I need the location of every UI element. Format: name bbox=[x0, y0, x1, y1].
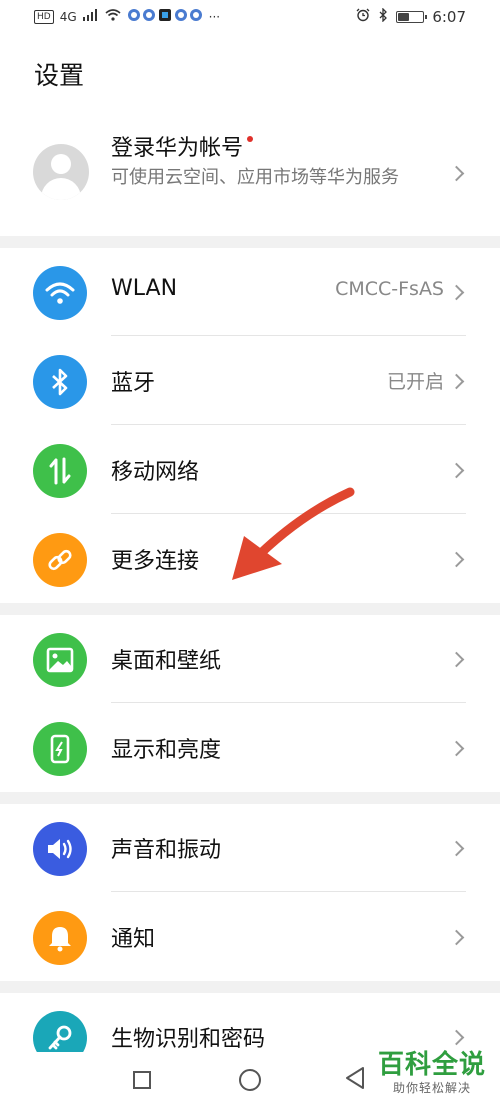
setting-label: 显示和亮度 bbox=[111, 738, 222, 763]
network-type: 4G bbox=[59, 10, 77, 24]
setting-item-wallpaper[interactable]: 桌面和壁纸 bbox=[0, 615, 500, 703]
setting-label: WLAN bbox=[111, 276, 178, 301]
section-gap bbox=[0, 981, 500, 993]
avatar-head bbox=[51, 154, 71, 174]
page-title: 设置 bbox=[34, 61, 85, 90]
account-title-text: 登录华为帐号 bbox=[111, 136, 244, 161]
bell-icon bbox=[33, 911, 87, 965]
setting-item-sound[interactable]: 声音和振动 bbox=[0, 804, 500, 892]
battery-icon bbox=[396, 11, 428, 23]
chevron-right-icon bbox=[448, 840, 465, 857]
chevron-right-icon bbox=[448, 462, 465, 479]
setting-value: 已开启 bbox=[386, 371, 444, 393]
section-gap bbox=[0, 792, 500, 804]
setting-item-bluetooth[interactable]: 蓝牙 已开启 bbox=[0, 337, 500, 425]
chevron-right-icon bbox=[448, 1029, 465, 1046]
setting-value: CMCC-FsAS bbox=[335, 278, 444, 300]
account-subtitle: 可使用云空间、应用市场等华为服务 bbox=[111, 167, 399, 188]
setting-label: 通知 bbox=[111, 927, 156, 952]
watermark-title: 百科全说 bbox=[378, 1050, 487, 1080]
divider bbox=[111, 702, 466, 703]
app-notification-icons bbox=[127, 8, 203, 26]
section-gap bbox=[0, 236, 500, 248]
chevron-right-icon bbox=[448, 165, 465, 182]
bluetooth-status-icon bbox=[378, 7, 388, 26]
watermark-logo: 百科全说 助你轻松解决 bbox=[378, 1050, 486, 1096]
section-gap bbox=[0, 603, 500, 615]
avatar-body bbox=[41, 178, 81, 200]
setting-label: 更多连接 bbox=[111, 549, 200, 574]
battery-level bbox=[398, 13, 409, 21]
setting-label: 生物识别和密码 bbox=[111, 1027, 266, 1052]
wifi-status-icon bbox=[105, 9, 121, 25]
back-button[interactable] bbox=[344, 1066, 366, 1090]
link-icon bbox=[33, 533, 87, 587]
chevron-right-icon bbox=[448, 284, 465, 301]
chevron-right-icon bbox=[448, 651, 465, 668]
setting-label: 桌面和壁纸 bbox=[111, 649, 222, 674]
status-bar-left: HD 4G ··· bbox=[34, 8, 220, 26]
setting-item-display[interactable]: 显示和亮度 bbox=[0, 704, 500, 792]
divider bbox=[111, 424, 466, 425]
setting-label: 声音和振动 bbox=[111, 838, 222, 863]
clock: 6:07 bbox=[432, 8, 466, 26]
home-button[interactable] bbox=[239, 1069, 261, 1091]
chevron-right-icon bbox=[448, 929, 465, 946]
alarm-icon bbox=[356, 8, 370, 26]
status-bar: HD 4G ··· 6:07 bbox=[0, 0, 500, 36]
annotation-arrow-icon bbox=[232, 487, 355, 580]
account-login-row[interactable]: 登录华为帐号 可使用云空间、应用市场等华为服务 bbox=[0, 108, 500, 236]
setting-label: 蓝牙 bbox=[111, 371, 156, 396]
divider bbox=[111, 891, 466, 892]
bluetooth-icon bbox=[33, 355, 87, 409]
wallpaper-icon bbox=[33, 633, 87, 687]
recents-button[interactable] bbox=[133, 1071, 151, 1089]
chevron-right-icon bbox=[448, 740, 465, 757]
sound-icon bbox=[33, 822, 87, 876]
setting-label: 移动网络 bbox=[111, 460, 200, 485]
status-bar-right: 6:07 bbox=[356, 7, 466, 26]
setting-item-wlan[interactable]: WLAN CMCC-FsAS bbox=[0, 248, 500, 336]
chevron-right-icon bbox=[448, 551, 465, 568]
signal-icon bbox=[82, 9, 99, 25]
divider bbox=[111, 335, 466, 336]
mobile-data-icon bbox=[33, 444, 87, 498]
watermark-subtitle: 助你轻松解决 bbox=[393, 1081, 472, 1095]
avatar bbox=[33, 144, 89, 200]
chevron-right-icon bbox=[448, 373, 465, 390]
more-notifications-indicator: ··· bbox=[208, 10, 221, 24]
unread-dot bbox=[247, 136, 254, 142]
setting-item-notifications[interactable]: 通知 bbox=[0, 893, 500, 981]
wifi-icon bbox=[33, 266, 87, 320]
account-title: 登录华为帐号 bbox=[111, 130, 254, 162]
hd-badge: HD bbox=[34, 10, 54, 24]
display-icon bbox=[33, 722, 87, 776]
